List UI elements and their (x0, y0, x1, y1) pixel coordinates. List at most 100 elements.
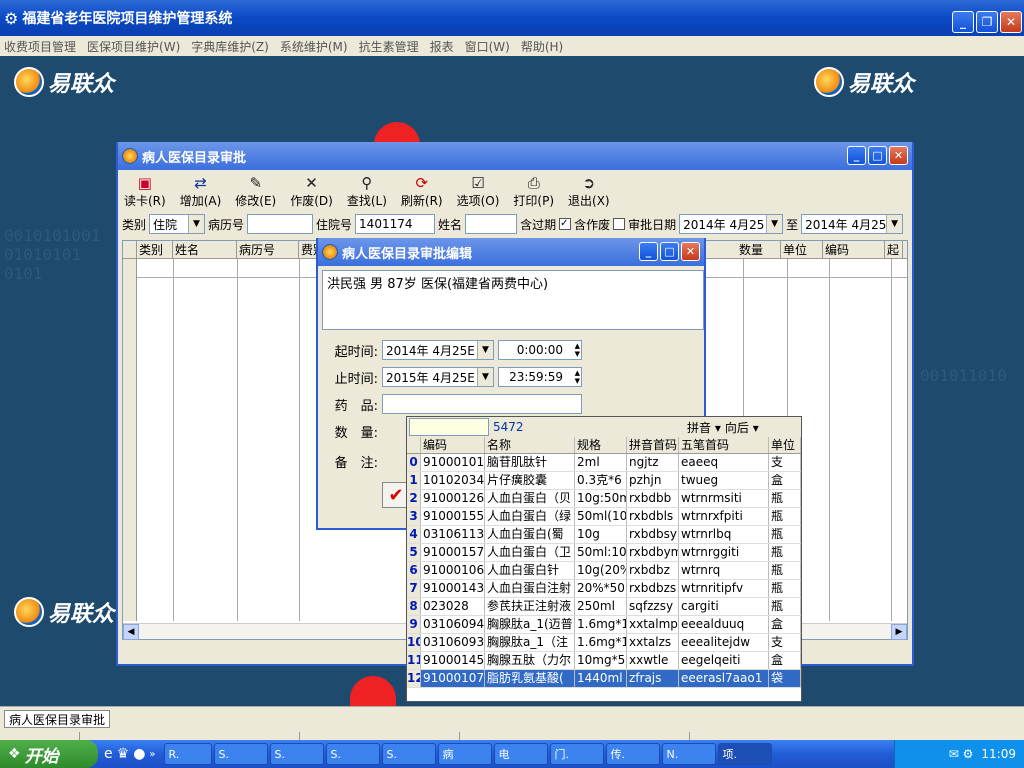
taskbar-button[interactable]: 病 (437, 743, 492, 765)
close-button[interactable]: ✕ (681, 242, 700, 261)
app-shortcut-icon[interactable]: ♛ (117, 746, 130, 762)
menu-item-report[interactable]: 报表 (430, 38, 454, 55)
taskbar-button[interactable]: S. (269, 743, 324, 765)
lookup-row[interactable]: 7910001438人血白蛋白注射20%*50mrxbdbzswtrnritip… (407, 580, 801, 598)
close-button[interactable]: ✕ (889, 146, 908, 165)
search-button[interactable]: ⚲ 查找(L) (347, 174, 387, 212)
lookup-cell-code: 03106094 (423, 616, 485, 633)
expired-checkbox[interactable]: ✓ (559, 218, 572, 230)
date-to-picker[interactable]: 2014年 4月25 ▼ (801, 214, 904, 234)
read-card-button[interactable]: ▣ 读卡(R) (124, 174, 166, 212)
menu-item-charge[interactable]: 收费项目管理 (4, 38, 76, 55)
menu-item-system[interactable]: 系统维护(M) (280, 38, 348, 55)
lookup-row[interactable]: 9 03106094 胸腺肽a_1(迈普 1.6mg*1 xxtalmp eeealduu… (407, 616, 801, 634)
lookup-row[interactable]: 3 910001559 人血白蛋白（绿 50ml(10 rxbdbls wtrnrxfpi… (407, 508, 801, 526)
taskbar-button[interactable]: S. (325, 743, 380, 765)
background-decoration: 0010101001 01010101 0101 (4, 226, 101, 283)
lookup-cell-code: 10102034 (423, 472, 485, 489)
lookup-row[interactable]: 2 910001266 人血白蛋白（贝 10g:50m rxbdbb wtrnrmsiti… (407, 490, 801, 508)
taskbar-button[interactable]: 电 (493, 743, 548, 765)
window-tab[interactable]: 病人医保目录审批 (4, 710, 111, 728)
lookup-direction-select[interactable]: 向后 ▾ (725, 419, 759, 436)
status-bar: 病人医保目录审批 (0, 706, 1024, 741)
minimize-button[interactable]: _ (847, 146, 866, 165)
grid-col-code[interactable]: 编码 (823, 241, 885, 258)
lookup-row[interactable]: 1003106093胸腺肽a_1（注1.6mg*1xxtalzseeealite… (407, 634, 801, 652)
print-button[interactable]: ⎙ 打印(P) (513, 174, 554, 212)
options-button[interactable]: ☑ 选项(O) (457, 174, 500, 212)
type-select[interactable]: 住院 ▼ (149, 214, 206, 234)
exit-button[interactable]: ➲ 退出(X) (568, 174, 610, 212)
end-date-picker[interactable]: 2015年 4月25E ▼ (382, 367, 494, 387)
lookup-row[interactable]: 5 910001572 人血白蛋白（卫 50ml:10 rxbdbym wtrnrggit… (407, 544, 801, 562)
start-button[interactable]: ❖ 开始 (0, 740, 98, 768)
lookup-mode-select[interactable]: 拼音 ▾ (687, 419, 721, 436)
taskbar-button-active[interactable]: 项. (717, 743, 772, 765)
spin-icon[interactable]: ▲ ▼ (575, 369, 580, 385)
lookup-col-unit: 单位 (769, 437, 801, 453)
red-decoration (350, 676, 396, 706)
restore-button[interactable]: ❐ (976, 11, 998, 33)
lookup-row[interactable]: 11910001451胸腺五肽（力尔10mg*5支xxwtleeegelqeit… (407, 652, 801, 670)
menu-item-antibiotic[interactable]: 抗生素管理 (359, 38, 419, 55)
lookup-rows: 0 910001012 脑苷肌肽针 2ml ngjtz eaeeq 支 1 10102034 片仔… (407, 454, 801, 688)
grid-col-name[interactable]: 姓名 (173, 241, 237, 258)
expand-chevron-icon[interactable]: » (149, 749, 155, 760)
chevron-down-icon: ▼ (766, 215, 783, 233)
refresh-button[interactable]: ⟳ 刷新(R) (401, 174, 443, 212)
grid-col-record[interactable]: 病历号 (237, 241, 299, 258)
menu-item-insurance[interactable]: 医保项目维护(W) (87, 38, 180, 55)
record-number-input[interactable] (247, 214, 314, 234)
grid-col-qty[interactable]: 数量 (737, 241, 781, 258)
ie-icon[interactable]: e (104, 746, 113, 762)
menu-item-dictionary[interactable]: 字典库维护(Z) (191, 38, 269, 55)
grid-col-type[interactable]: 类别 (137, 241, 173, 258)
app-title: 福建省老年医院项目维护管理系统 (22, 11, 233, 27)
grid-col-unit[interactable]: 单位 (781, 241, 823, 258)
start-time-input[interactable]: 0:00:00 ▲ ▼ (498, 340, 582, 360)
lookup-cell-unit: 盒 (769, 652, 801, 669)
voided-checkbox[interactable] (613, 218, 626, 230)
maximize-button[interactable]: □ (868, 146, 887, 165)
minimize-button[interactable]: _ (639, 242, 658, 261)
start-date-picker[interactable]: 2014年 4月25E ▼ (382, 340, 494, 360)
lookup-cell-spec: 10g:50m (577, 490, 627, 507)
lookup-row[interactable]: 8 023028 参芪扶正注射液 250ml sqfzzsy cargiti 瓶 (407, 598, 801, 616)
inpatient-number-input[interactable]: 1401174 (355, 214, 436, 234)
taskbar-button[interactable]: N. (661, 743, 716, 765)
app-shortcut-icon[interactable]: ● (133, 746, 145, 762)
taskbar-button[interactable]: S. (381, 743, 436, 765)
void-button[interactable]: ✕ 作废(D) (290, 174, 333, 212)
scroll-right-icon[interactable]: ▶ (891, 623, 907, 640)
name-input[interactable] (465, 214, 518, 234)
lookup-row[interactable]: 0 910001012 脑苷肌肽针 2ml ngjtz eaeeq 支 (407, 454, 801, 472)
maximize-button[interactable]: □ (660, 242, 679, 261)
lookup-cell-code: 910001079 (423, 670, 485, 687)
drug-input[interactable] (382, 394, 582, 414)
end-time-input[interactable]: 23:59:59 ▲ ▼ (498, 367, 582, 387)
lookup-row[interactable]: 4 03106113 人血白蛋白(蜀 10g rxbdbsy wtrnrlbq 瓶 (407, 526, 801, 544)
menu-item-help[interactable]: 帮助(H) (521, 38, 563, 55)
minimize-button[interactable]: _ (952, 11, 974, 33)
lookup-row[interactable]: 12910001079脂肪乳氨基酸(1440mlzfrajseeerasl7aa… (407, 670, 801, 688)
taskbar-button[interactable]: 传. (605, 743, 660, 765)
taskbar-button[interactable]: 门. (549, 743, 604, 765)
menu-item-window[interactable]: 窗口(W) (465, 38, 510, 55)
options-icon: ☑ (471, 174, 485, 192)
close-button[interactable]: ✕ (1000, 11, 1022, 33)
edit-button[interactable]: ✎ 修改(E) (235, 174, 276, 212)
lookup-search-input[interactable] (409, 418, 489, 436)
spin-icon[interactable]: ▲ ▼ (575, 342, 580, 358)
taskbar-button[interactable]: S. (213, 743, 268, 765)
end-time-label: 止时间: (334, 371, 378, 387)
date-from-picker[interactable]: 2014年 4月25 ▼ (679, 214, 784, 234)
add-button[interactable]: ⇄ 增加(A) (180, 174, 222, 212)
lookup-col-wubi: 五笔首码 (679, 437, 769, 453)
lookup-row[interactable]: 1 10102034 片仔癀胶囊 0.3克*6 pzhjn twueg 盒 (407, 472, 801, 490)
scroll-left-icon[interactable]: ◀ (123, 623, 139, 640)
taskbar-button[interactable]: R. (163, 743, 212, 765)
lookup-row[interactable]: 6 910001062 人血白蛋白针 10g(20% rxbdbz wtrnrq 瓶 (407, 562, 801, 580)
tray-icons[interactable]: ✉ ⚙ (949, 747, 974, 761)
grid-col-start[interactable]: 起 (885, 241, 903, 258)
lookup-cell-spec: 10mg*5支 (577, 652, 627, 669)
